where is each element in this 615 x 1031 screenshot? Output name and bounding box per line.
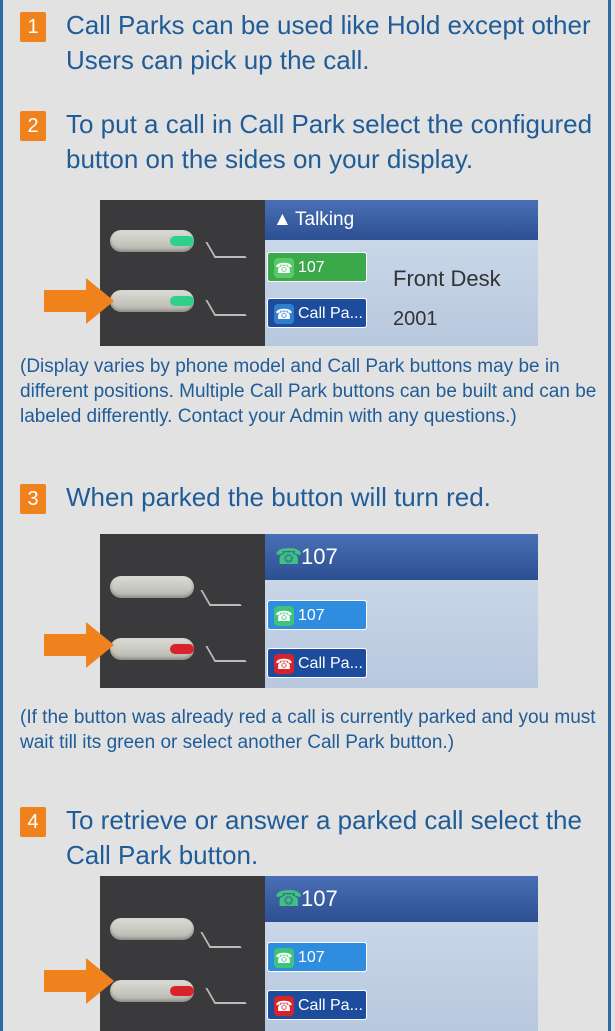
speaker-icon: ▲ <box>273 209 292 230</box>
arrow-right-icon <box>44 278 114 324</box>
line-key-call-park: ☎ Call Pa... <box>267 648 367 678</box>
header-label: Talking <box>295 209 355 230</box>
phone-icon: ☎ <box>274 258 294 278</box>
step-text: To retrieve or answer a parked call sele… <box>66 805 582 870</box>
step-4: 4 To retrieve or answer a parked call se… <box>20 803 605 873</box>
red-led-icon <box>170 644 194 654</box>
header-label: 107 <box>301 886 338 911</box>
connector-line <box>200 590 242 606</box>
phone-photo-parked: ☎ 107 ☎ 107 ☎ Call Pa... <box>100 534 538 688</box>
step-1: 1 Call Parks can be used like Hold excep… <box>20 8 605 78</box>
line-key-call-park: ☎ Call Pa... <box>267 990 367 1020</box>
line-key-107: ☎ 107 <box>267 600 367 630</box>
step-number-badge: 2 <box>20 111 46 141</box>
step-text: Call Parks can be used like Hold except … <box>66 10 591 75</box>
screen-header: ☎ 107 <box>265 876 538 922</box>
connector-line <box>205 300 247 316</box>
screen-header: ☎ 107 <box>265 534 538 580</box>
phone-icon: ☎ <box>275 544 303 569</box>
connector-line <box>205 646 247 662</box>
step-2: 2 To put a call in Call Park select the … <box>20 107 605 177</box>
note-already-red: (If the button was already red a call is… <box>20 707 596 753</box>
line-key-label: 107 <box>298 949 325 966</box>
step-number-badge: 4 <box>20 807 46 837</box>
step-number-badge: 1 <box>20 12 46 42</box>
connector-line <box>205 988 247 1004</box>
arrow-right-icon <box>44 958 114 1004</box>
line-key-107: ☎ 107 <box>267 942 367 972</box>
phone-screen: ☎ 107 ☎ 107 ☎ Call Pa... <box>265 534 538 688</box>
screen-header: ▲ Talking <box>265 200 538 240</box>
step-text: When parked the button will turn red. <box>66 482 491 512</box>
connector-line <box>205 242 247 258</box>
line-key-call-park: ☎ Call Pa... <box>267 298 367 328</box>
call-park-icon: ☎ <box>274 654 294 674</box>
hardware-line-button <box>110 918 194 940</box>
step-number-badge: 3 <box>20 484 46 514</box>
line-key-label: 107 <box>298 259 325 276</box>
red-led-icon <box>170 986 194 996</box>
phone-screen: ☎ 107 ☎ 107 ☎ Call Pa... <box>265 876 538 1031</box>
caller-number: 2001 <box>393 308 438 330</box>
green-led-icon <box>170 236 194 246</box>
caller-name: Front Desk <box>393 266 501 291</box>
call-park-icon: ☎ <box>274 996 294 1016</box>
line-key-label: 107 <box>298 607 325 624</box>
line-key-107: ☎ 107 <box>267 252 367 282</box>
line-key-label: Call Pa... <box>298 305 363 322</box>
hardware-line-button <box>110 576 194 598</box>
phone-icon: ☎ <box>275 886 303 911</box>
phone-icon: ☎ <box>274 606 294 626</box>
step-3: 3 When parked the button will turn red. <box>20 480 605 515</box>
phone-photo-talking: ▲ Talking ☎ 107 ☎ Call Pa... Front Desk … <box>100 200 538 346</box>
phone-photo-retrieve: ☎ 107 ☎ 107 ☎ Call Pa... <box>100 876 538 1031</box>
line-key-label: Call Pa... <box>298 655 363 672</box>
step-text: To put a call in Call Park select the co… <box>66 109 593 174</box>
note-display-varies: (Display varies by phone model and Call … <box>20 356 597 427</box>
call-park-icon: ☎ <box>274 304 294 324</box>
connector-line <box>200 932 242 948</box>
header-label: 107 <box>301 544 338 569</box>
arrow-right-icon <box>44 622 114 668</box>
phone-screen: ▲ Talking ☎ 107 ☎ Call Pa... Front Desk … <box>265 200 538 346</box>
phone-icon: ☎ <box>274 948 294 968</box>
line-key-label: Call Pa... <box>298 997 363 1014</box>
green-led-icon <box>170 296 194 306</box>
